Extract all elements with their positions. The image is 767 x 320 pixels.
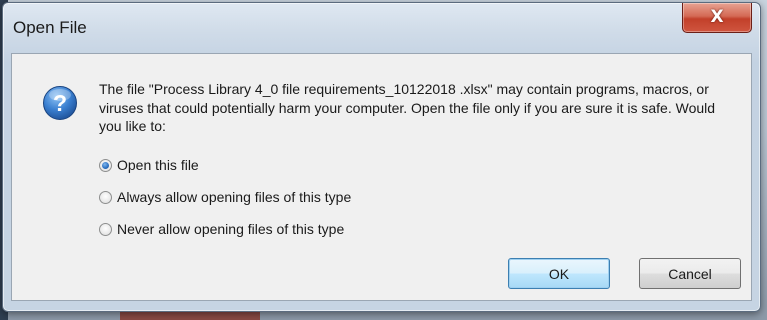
dialog-title: Open File: [13, 18, 87, 37]
open-file-dialog: Open File X ? The file "Process Library …: [2, 2, 761, 312]
ok-button[interactable]: OK: [508, 258, 610, 289]
title-bar[interactable]: Open File X: [3, 3, 760, 53]
radio-open-this-file[interactable]: [99, 158, 112, 172]
option-label: Always allow opening files of this type: [117, 189, 352, 205]
cancel-button[interactable]: Cancel: [639, 258, 741, 289]
close-icon: X: [710, 7, 724, 27]
option-label: Open this file: [117, 157, 199, 173]
radio-always-allow[interactable]: [99, 190, 112, 204]
svg-text:?: ?: [53, 90, 67, 116]
question-icon: ?: [43, 86, 77, 120]
option-open-this-file[interactable]: Open this file: [99, 155, 199, 175]
dialog-content: ? The file "Process Library 4_0 file req…: [11, 53, 752, 301]
close-button[interactable]: X: [682, 3, 752, 33]
option-always-allow[interactable]: Always allow opening files of this type: [99, 187, 351, 207]
option-never-allow[interactable]: Never allow opening files of this type: [99, 219, 344, 239]
option-label: Never allow opening files of this type: [117, 221, 345, 237]
radio-never-allow[interactable]: [99, 222, 112, 236]
warning-message: The file "Process Library 4_0 file requi…: [99, 81, 716, 134]
